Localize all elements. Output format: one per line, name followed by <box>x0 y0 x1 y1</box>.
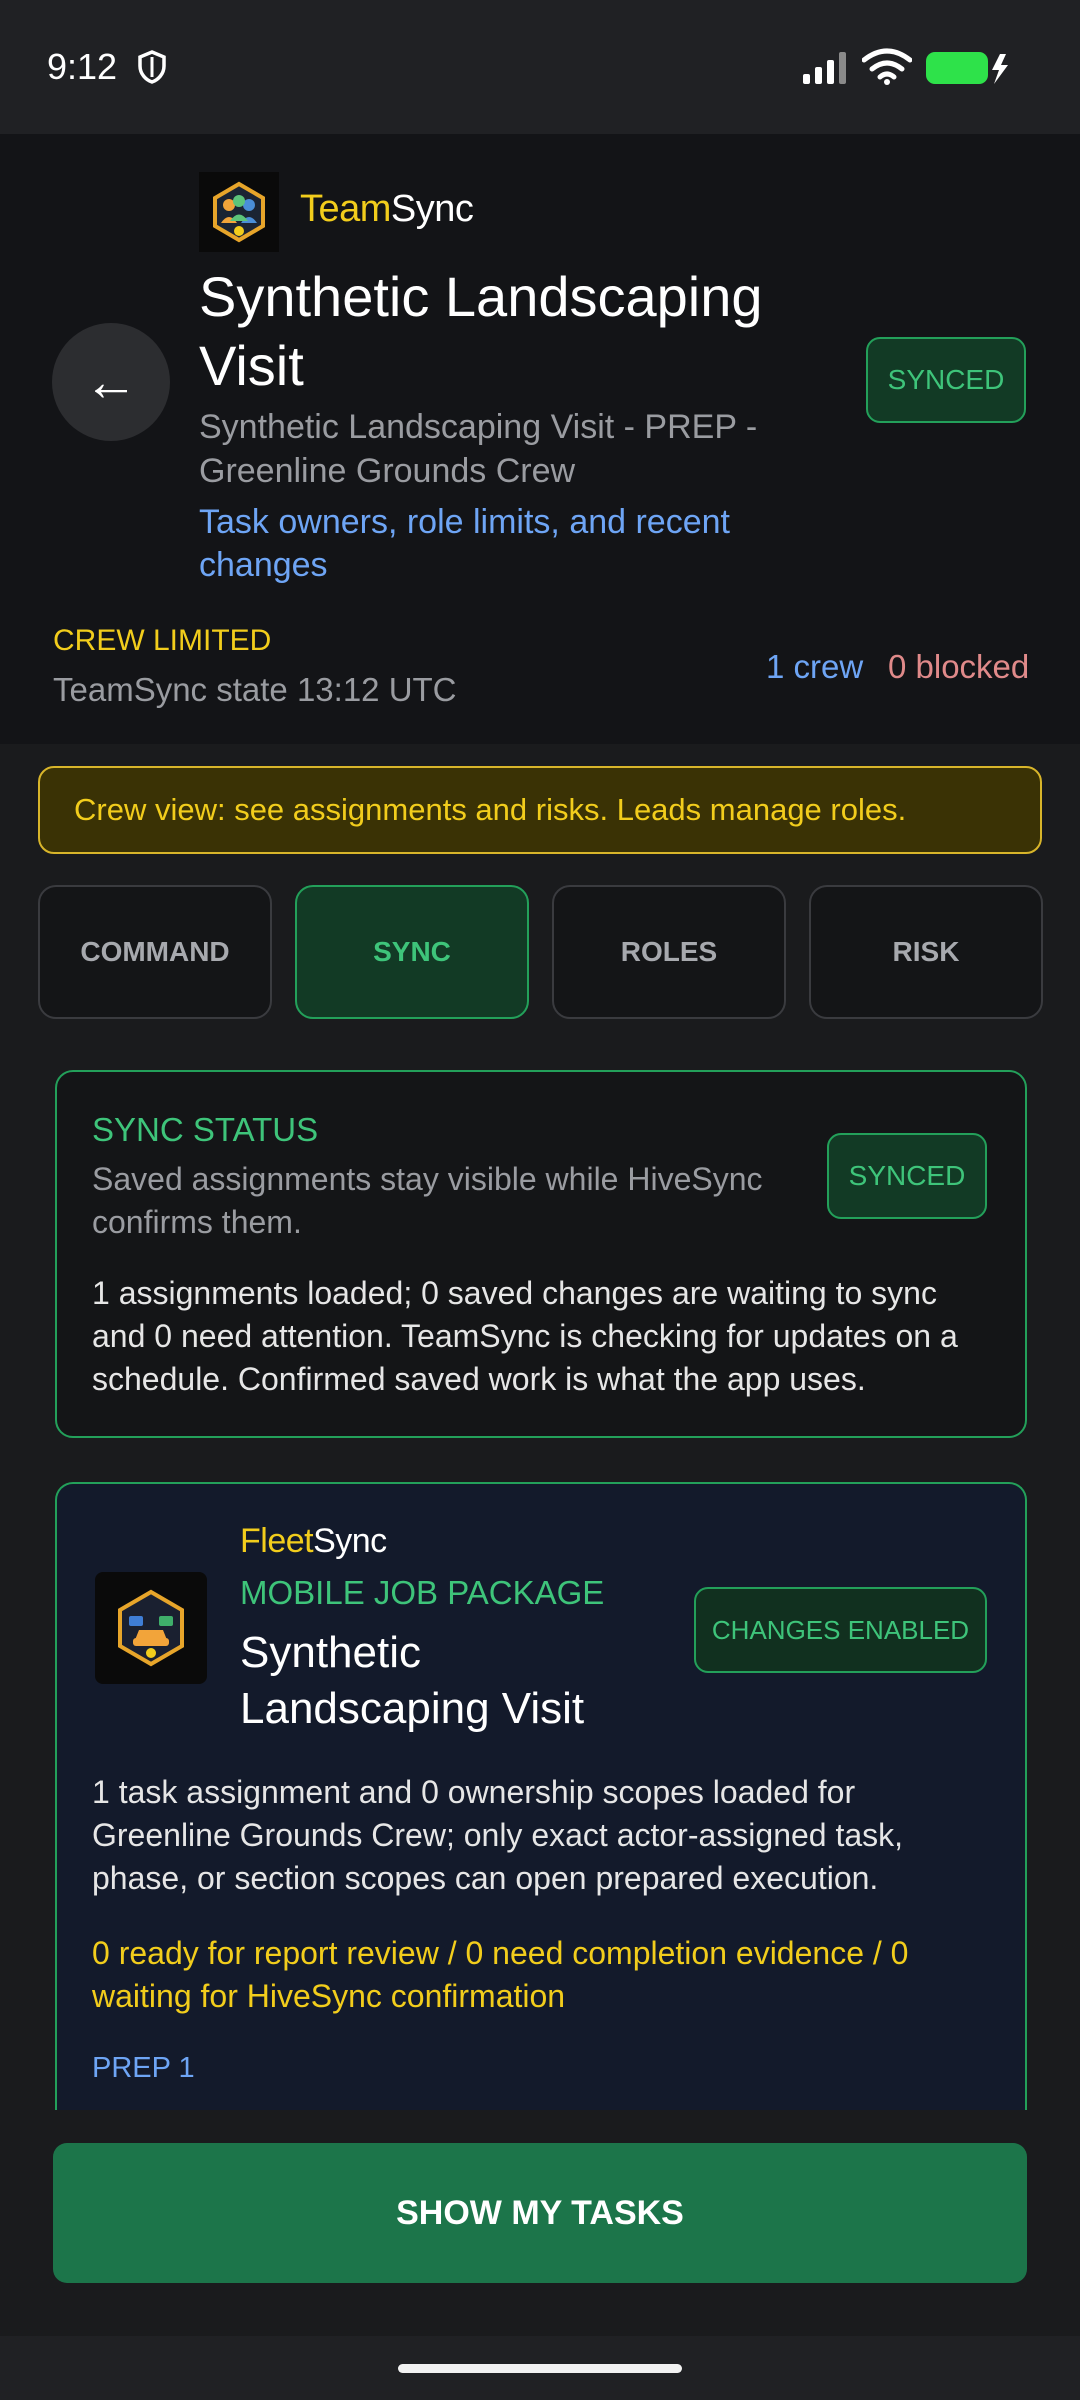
fleetsync-logo <box>95 1572 207 1684</box>
status-time: 9:12 <box>47 46 118 87</box>
fleet-brand-name: FleetSync <box>240 1522 387 1561</box>
crew-count: 1 crew <box>766 648 864 685</box>
tab-sync[interactable]: SYNC <box>295 885 529 1019</box>
access-level-label: CREW LIMITED <box>53 624 272 657</box>
sync-card-subtitle: Saved assignments stay visible while Hiv… <box>92 1161 763 1240</box>
show-my-tasks-button[interactable]: SHOW MY TASKS <box>53 2143 1027 2283</box>
home-indicator[interactable] <box>398 2364 682 2373</box>
wifi-icon <box>862 48 912 85</box>
fleet-brand-part2: Sync <box>313 1522 387 1560</box>
team-icon <box>213 181 265 243</box>
page-subtitle: Synthetic Landscaping Visit - PREP - Gre… <box>199 408 758 490</box>
roles-changes-link[interactable]: Task owners, role limits, and recent cha… <box>199 501 819 587</box>
tab-roles[interactable]: ROLES <box>552 885 786 1019</box>
crew-view-notice: Crew view: see assignments and risks. Le… <box>38 766 1042 854</box>
sync-status-badge: SYNCED <box>866 337 1026 423</box>
brand-part-team: Team <box>300 188 391 230</box>
tab-risk[interactable]: RISK <box>809 885 1043 1019</box>
package-warning: 0 ready for report review / 0 need compl… <box>92 1935 909 2014</box>
brand-name: TeamSync <box>300 188 474 231</box>
back-button[interactable]: ← <box>52 323 170 441</box>
package-label: MOBILE JOB PACKAGE <box>240 1574 605 1611</box>
fleet-icon <box>118 1589 184 1667</box>
page-title: Synthetic Landscaping Visit <box>199 265 763 397</box>
signal-icon <box>803 52 846 84</box>
tab-command[interactable]: COMMAND <box>38 885 272 1019</box>
arrow-left-icon: ← <box>84 352 138 412</box>
sync-card-title: SYNC STATUS <box>92 1111 319 1148</box>
shield-icon <box>138 50 166 84</box>
fleet-brand-part1: Fleet <box>240 1522 314 1560</box>
section-label: PREP 1 <box>92 2052 195 2084</box>
state-timestamp: TeamSync state 13:12 UTC <box>53 671 457 708</box>
teamsync-logo <box>199 172 279 252</box>
battery-charging-icon <box>926 52 1008 84</box>
package-body: 1 task assignment and 0 ownership scopes… <box>92 1774 904 1896</box>
changes-enabled-badge: CHANGES ENABLED <box>694 1587 987 1673</box>
brand-part-sync: Sync <box>390 188 474 230</box>
sync-card-body: 1 assignments loaded; 0 saved changes ar… <box>92 1275 958 1397</box>
blocked-count: 0 blocked <box>888 648 1030 685</box>
package-title: Synthetic Landscaping Visit <box>240 1628 585 1733</box>
sync-card-badge: SYNCED <box>827 1133 987 1219</box>
